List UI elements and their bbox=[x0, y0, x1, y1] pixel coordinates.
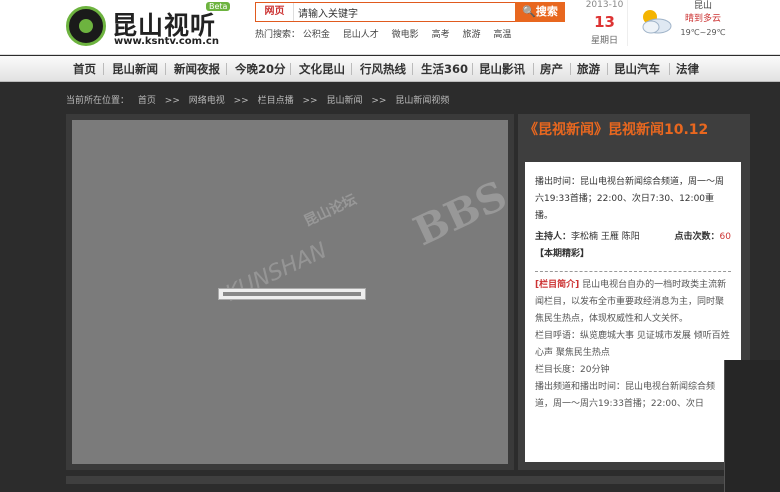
search-box: 网页 🔍搜索 bbox=[255, 2, 565, 22]
nav-divider bbox=[607, 63, 608, 75]
breadcrumb-sep: >> bbox=[233, 96, 249, 106]
date-day: 13 bbox=[594, 13, 615, 31]
date-weekday: 星期日 bbox=[590, 36, 618, 46]
site-header: 昆山视听 www.ksntv.com.cn Beta 网页 🔍搜索 热门搜索： … bbox=[0, 0, 780, 55]
nav-divider bbox=[165, 63, 166, 75]
weather-city: 昆山 bbox=[693, 1, 712, 11]
search-icon: 🔍 bbox=[522, 6, 536, 18]
breadcrumb-link-news[interactable]: 昆山新闻 bbox=[326, 96, 362, 106]
hot-search-item[interactable]: 公积金 bbox=[303, 30, 330, 40]
watermark-bbs: BBS bbox=[406, 171, 514, 256]
nav-item-property[interactable]: 房产 bbox=[540, 56, 563, 82]
nav-divider bbox=[351, 63, 352, 75]
search-input[interactable] bbox=[298, 3, 508, 21]
hot-search-label: 热门搜索： bbox=[255, 30, 301, 40]
hot-search-item[interactable]: 旅游 bbox=[462, 30, 480, 40]
highlight-heading: 【本期精彩】 bbox=[535, 249, 590, 259]
nav-item-home[interactable]: 首页 bbox=[73, 56, 96, 82]
nav-item-tonight20[interactable]: 今晚20分 bbox=[235, 56, 286, 82]
hot-search-item[interactable]: 高温 bbox=[493, 30, 511, 40]
clicks-label: 点击次数： bbox=[674, 232, 720, 242]
nav-item-travel[interactable]: 旅游 bbox=[577, 56, 600, 82]
program-info-box: 播出时间：昆山电视台新闻综合频道，周一～周六19:33首播；22:00、次日7:… bbox=[525, 162, 741, 462]
breadcrumb-link-home[interactable]: 首页 bbox=[138, 96, 156, 106]
nav-divider bbox=[103, 63, 104, 75]
nav-item-hotline[interactable]: 行风热线 bbox=[360, 56, 406, 82]
breadcrumb-sep: >> bbox=[302, 96, 318, 106]
nav-divider bbox=[669, 63, 670, 75]
nav-divider bbox=[533, 63, 534, 75]
date-widget: 2013-10 13 星期日 bbox=[582, 0, 628, 46]
logo-eye-icon bbox=[66, 6, 106, 46]
breadcrumb-current: 昆山新闻视频 bbox=[395, 96, 450, 106]
nav-item-movies[interactable]: 昆山影讯 bbox=[479, 56, 525, 82]
nav-divider bbox=[570, 63, 571, 75]
search-tab-web[interactable]: 网页 bbox=[256, 3, 294, 21]
weather-temp: 19℃~29℃ bbox=[680, 28, 726, 37]
nav-item-night-news[interactable]: 新闻夜报 bbox=[174, 56, 220, 82]
main-nav: 首页 昆山新闻 新闻夜报 今晚20分 文化昆山 行风热线 生活360 昆山影讯 … bbox=[0, 56, 780, 82]
partly-cloudy-icon bbox=[642, 10, 672, 34]
video-player[interactable]: 昆山论坛 BBS KUNSHAN bbox=[72, 120, 514, 464]
video-player-frame: 昆山论坛 BBS KUNSHAN bbox=[66, 114, 514, 470]
host-row: 主持人：李松楠 王雁 陈阳 点击次数：60 bbox=[535, 229, 731, 246]
bottom-bar bbox=[66, 476, 750, 484]
clicks-count: 60 bbox=[719, 232, 731, 242]
nav-divider bbox=[412, 63, 413, 75]
breadcrumb-link-tv[interactable]: 网络电视 bbox=[189, 96, 225, 106]
program-title: 《昆视新闻》昆视新闻10.12 bbox=[524, 122, 709, 138]
hot-search: 热门搜索： 公积金 昆山人才 微电影 高考 旅游 高温 bbox=[255, 27, 521, 40]
program-channel: 播出频道和播出时间：昆山电视台新闻综合频道，周一～周六19:33首播；22:00… bbox=[535, 382, 716, 409]
nav-item-law[interactable]: 法律 bbox=[676, 56, 699, 82]
divider bbox=[535, 271, 731, 272]
breadcrumb-sep: >> bbox=[371, 96, 387, 106]
nav-divider bbox=[290, 63, 291, 75]
nav-divider bbox=[472, 63, 473, 75]
breadcrumb: 当前所在位置： 首页 >> 网络电视 >> 栏目点播 >> 昆山新闻 >> 昆山… bbox=[66, 93, 455, 106]
site-logo[interactable]: 昆山视听 www.ksntv.com.cn Beta bbox=[66, 2, 246, 50]
host-names: 李松楠 王雁 陈阳 bbox=[571, 232, 640, 242]
nav-divider bbox=[226, 63, 227, 75]
search-button[interactable]: 🔍搜索 bbox=[515, 2, 565, 22]
floating-panel-edge bbox=[724, 360, 780, 492]
weather-desc: 晴到多云 bbox=[684, 14, 721, 24]
program-length: 栏目长度：20分钟 bbox=[535, 365, 610, 375]
loading-bar bbox=[218, 288, 366, 300]
program-slogan: 栏目呼语：纵览鹿城大事 见证城市发展 倾听百姓心声 聚焦民生热点 bbox=[535, 331, 730, 358]
host-label: 主持人： bbox=[535, 232, 572, 242]
date-year-month: 2013-10 bbox=[585, 0, 624, 10]
hot-search-item[interactable]: 高考 bbox=[432, 30, 450, 40]
hot-search-item[interactable]: 昆山人才 bbox=[343, 30, 379, 40]
program-intro: [栏目简介] 昆山电视台自办的一档时政类主流新闻栏目，以发布全市重要政经消息为主… bbox=[535, 280, 727, 324]
program-info-panel: 《昆视新闻》昆视新闻10.12 播出时间：昆山电视台新闻综合频道，周一～周六19… bbox=[518, 114, 750, 470]
breadcrumb-label: 当前所在位置： bbox=[66, 96, 130, 106]
airtime: 播出时间：昆山电视台新闻综合频道，周一～周六19:33首播；22:00、次日7:… bbox=[535, 177, 725, 221]
beta-badge: Beta bbox=[206, 2, 231, 11]
hot-search-item[interactable]: 微电影 bbox=[392, 30, 419, 40]
nav-item-life360[interactable]: 生活360 bbox=[421, 56, 468, 82]
nav-item-auto[interactable]: 昆山汽车 bbox=[614, 56, 660, 82]
watermark-cn: 昆山论坛 bbox=[301, 191, 360, 230]
nav-item-news[interactable]: 昆山新闻 bbox=[112, 56, 158, 82]
breadcrumb-sep: >> bbox=[164, 96, 180, 106]
breadcrumb-link-vod[interactable]: 栏目点播 bbox=[258, 96, 294, 106]
logo-url: www.ksntv.com.cn bbox=[114, 36, 219, 47]
nav-item-culture[interactable]: 文化昆山 bbox=[299, 56, 345, 82]
weather-widget: 昆山 晴到多云 19℃~29℃ bbox=[676, 0, 730, 39]
intro-tag: [栏目简介] bbox=[535, 280, 580, 290]
